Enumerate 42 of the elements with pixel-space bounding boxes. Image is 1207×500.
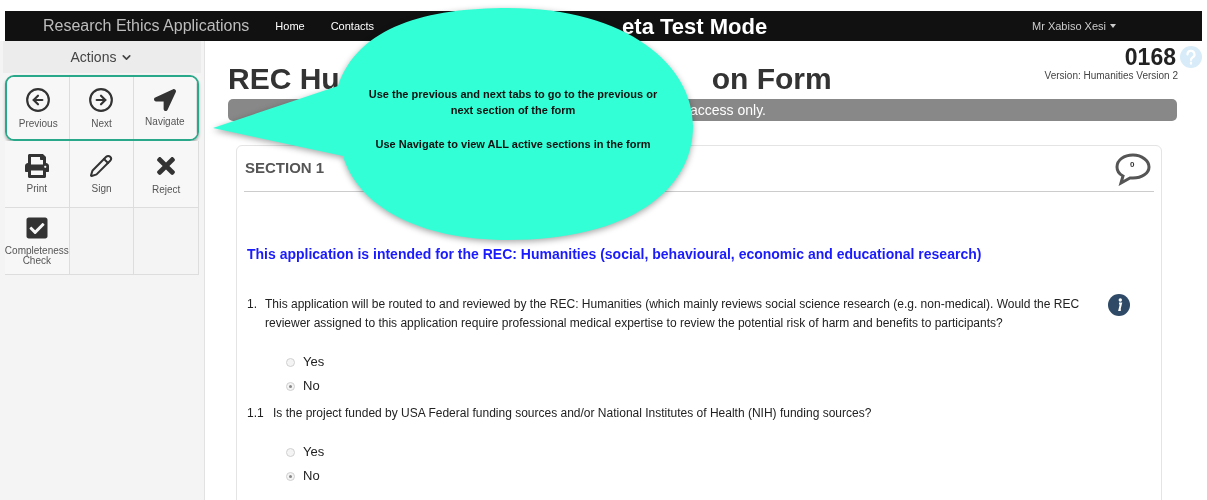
section-title: SECTION 1 [244, 158, 325, 179]
form-title: REC Hu [228, 61, 340, 97]
form-title: on Form [711, 61, 832, 97]
nav-link[interactable]: Home [275, 17, 305, 35]
radio-button[interactable] [286, 447, 295, 457]
option-label: Yes [303, 353, 325, 372]
banner-text: access only. [690, 100, 766, 120]
action-button[interactable]: Completeness Check [5, 208, 70, 274]
option-label: Yes [303, 443, 325, 462]
checkbox-icon [24, 216, 49, 240]
comment-count: 0 [1130, 158, 1135, 171]
option-label: No [303, 377, 320, 396]
option-label: No [303, 467, 320, 486]
info-icon[interactable] [1108, 294, 1130, 316]
speech-bubble-icon [1114, 151, 1152, 186]
intro-heading: This application is intended for the REC: Humanities (social, behavioural, economic and educational research) [246, 245, 983, 264]
question-number: 1. [247, 296, 258, 313]
nav-link[interactable]: Contacts [330, 17, 375, 35]
app-brand[interactable]: Research Ethics Applications [43, 14, 250, 38]
question-text: This application will be routed to and reviewed by the REC: Humanities (which mainly reviews social science research (e.g. non-medical). Would the REC reviewer assigned to this application require professional medical expertise to review the potential risk of harm and benefits to participants? [265, 296, 1080, 332]
question-number: 1.1 [247, 405, 265, 422]
action-button[interactable]: Previous [7, 77, 71, 139]
action-button[interactable]: Next [70, 77, 134, 139]
application-number: 0168 [1124, 46, 1176, 68]
version-label: Version: Humanities Version 2 [1044, 69, 1178, 83]
arrow-left-icon [25, 87, 52, 113]
mode-title: eta Test Mode [622, 12, 768, 41]
action-button[interactable]: Navigate [133, 77, 197, 139]
user-menu[interactable]: Mr Xabiso Xesi [1032, 17, 1116, 35]
actions-menu[interactable]: Actions [3, 41, 201, 73]
callout-text: Use the previous and next tabs to go to the previous or next section of the form [368, 87, 658, 118]
caret-icon [1110, 24, 1116, 28]
arrow-right-icon [88, 87, 115, 113]
pencil-icon [89, 154, 114, 178]
comments-button[interactable]: 0 [1114, 151, 1152, 186]
radio-button[interactable] [286, 471, 295, 481]
radio-button[interactable] [286, 381, 295, 391]
radio-button[interactable] [286, 357, 295, 367]
callout-text: Use Navigate to view ALL active sections in the form [374, 137, 652, 152]
question-text: Is the project funded by USA Federal funding sources and/or National Institutes of Health (NIH) funding sources? [273, 405, 873, 422]
print-icon [24, 154, 49, 178]
navigation-arrow-icon [153, 89, 176, 111]
